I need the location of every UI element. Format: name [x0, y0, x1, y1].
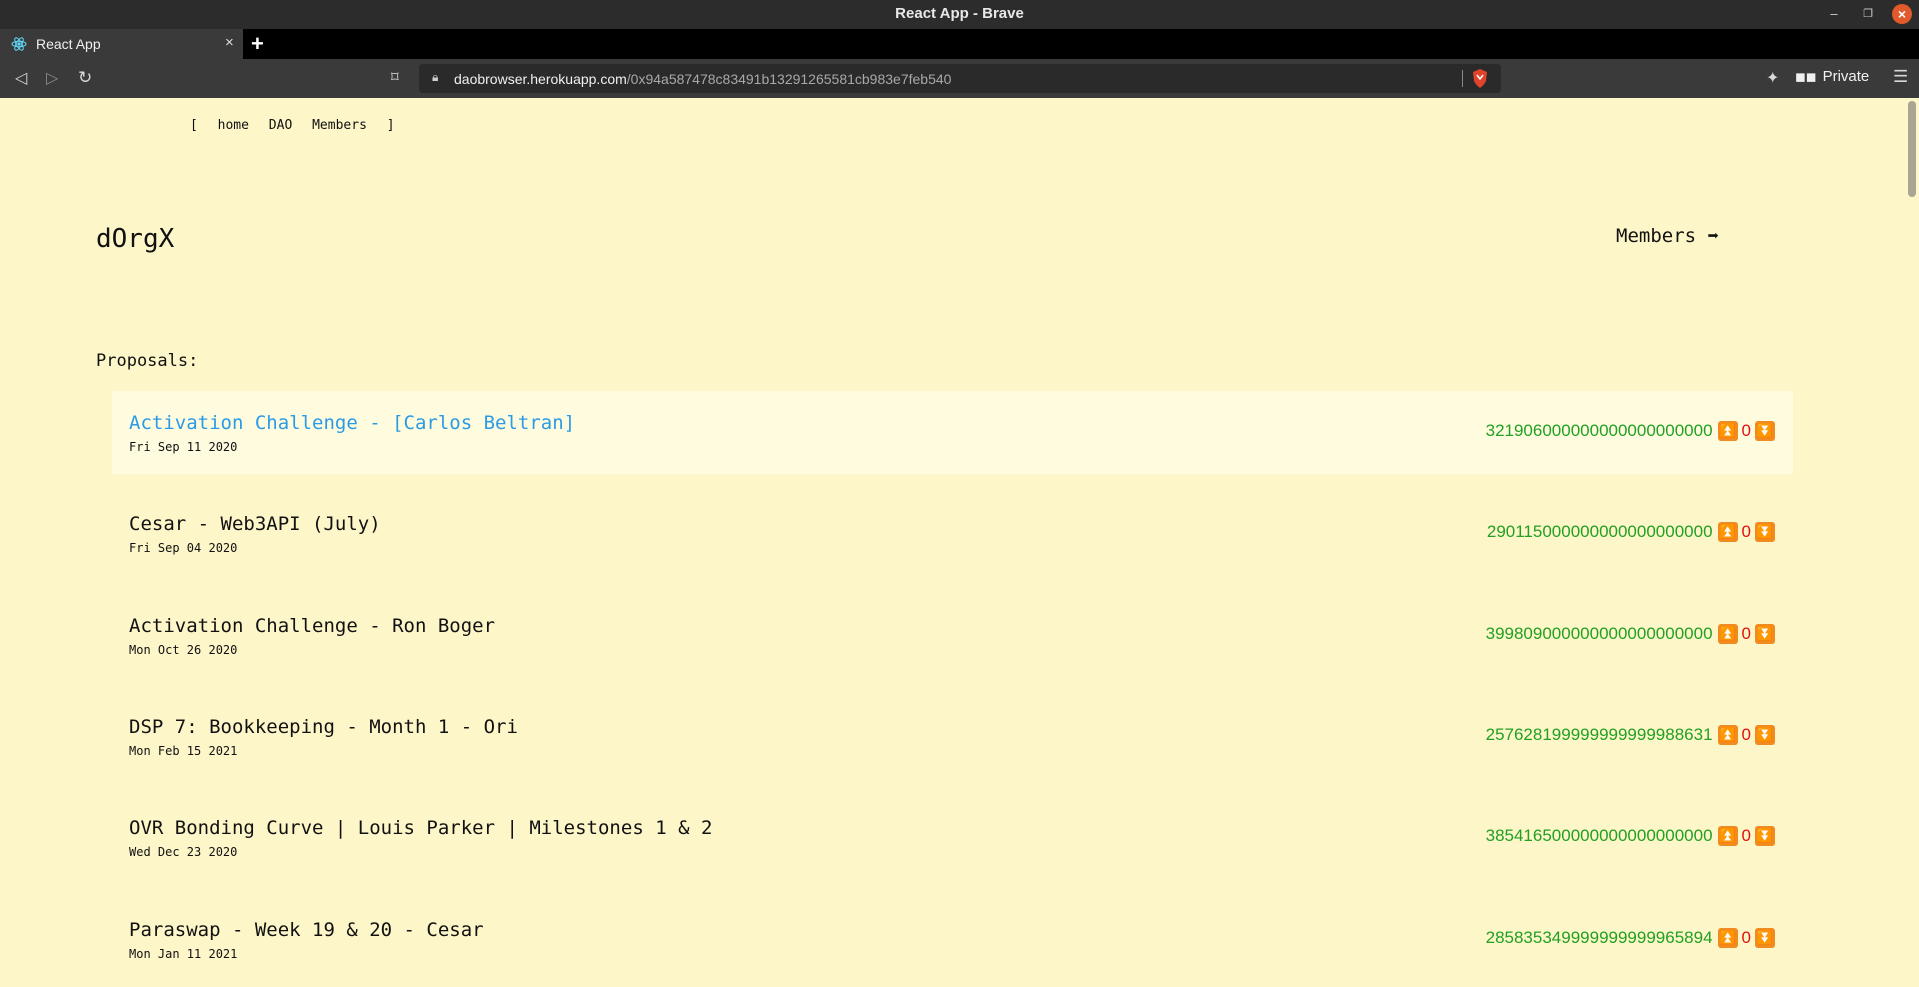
proposal-title[interactable]: Paraswap - Week 19 & 20 - Cesar [129, 919, 484, 941]
up-arrow-icon[interactable]: ⏫ [1717, 928, 1738, 948]
proposal-votes: 257628199999999999988631 ⏫ 0 ⏬ [1486, 725, 1775, 745]
down-arrow-icon[interactable]: ⏬ [1755, 522, 1775, 542]
page-scrollbar[interactable] [1904, 98, 1919, 987]
proposal-title[interactable]: OVR Bonding Curve | Louis Parker | Miles… [129, 817, 712, 839]
hamburger-menu-icon[interactable]: ☰ [1893, 67, 1908, 87]
up-arrow-icon[interactable]: ⏫ [1717, 522, 1738, 542]
vote-count: 0 [1741, 725, 1751, 744]
proposal-date: Mon Jan 11 2021 [129, 947, 238, 961]
up-arrow-icon[interactable]: ⏫ [1717, 826, 1738, 846]
proposal-date: Fri Sep 11 2020 [129, 440, 238, 454]
proposal-amount: 285835349999999999965894 [1485, 928, 1713, 947]
close-tab-icon[interactable]: × [225, 34, 234, 51]
proposal-amount: 321906000000000000000000 [1485, 421, 1713, 440]
down-arrow-icon[interactable]: ⏬ [1755, 928, 1775, 948]
react-logo-icon [11, 37, 27, 51]
browser-toolbar: ◁ ▷ ↻ ⌑ 🔒︎ daobrowser.herokuapp.com/0x94… [0, 59, 1919, 98]
url-text[interactable]: daobrowser.herokuapp.com/0x94a587478c834… [454, 71, 951, 87]
proposal-votes: 399809000000000000000000 ⏫ 0 ⏬ [1486, 624, 1775, 644]
url-path: /0x94a587478c83491b13291265581cb983e7feb… [626, 71, 952, 87]
proposal-title[interactable]: Activation Challenge - Ron Boger [129, 615, 495, 637]
extensions-icon[interactable]: ✦ [1766, 68, 1779, 88]
proposal-title[interactable]: Activation Challenge - [Carlos Beltran] [129, 412, 575, 434]
proposal-votes: 290115000000000000000000 ⏫ 0 ⏬ [1487, 522, 1775, 542]
down-arrow-icon[interactable]: ⏬ [1755, 624, 1775, 644]
back-icon[interactable]: ◁ [15, 68, 27, 88]
scrollbar-thumb[interactable] [1908, 101, 1916, 197]
reload-icon[interactable]: ↻ [78, 68, 92, 88]
private-window-indicator[interactable]: ◼◼ Private [1795, 68, 1869, 85]
window-titlebar: React App - Brave – ❐ × [0, 0, 1919, 29]
vote-count: 0 [1741, 826, 1751, 845]
proposal-date: Mon Oct 26 2020 [129, 643, 238, 657]
down-arrow-icon[interactable]: ⏬ [1755, 421, 1775, 441]
down-arrow-icon[interactable]: ⏬ [1755, 826, 1775, 846]
forward-icon[interactable]: ▷ [46, 68, 58, 88]
vote-count: 0 [1741, 928, 1751, 947]
vote-count: 0 [1741, 522, 1751, 541]
vote-count: 0 [1741, 624, 1751, 643]
nav-open-bracket: [ [190, 118, 198, 133]
members-link[interactable]: Members ➡ [1616, 225, 1719, 247]
lock-icon[interactable]: 🔒︎ [432, 70, 438, 85]
nav-close-bracket: ] [386, 118, 395, 133]
down-arrow-icon[interactable]: ⏬ [1755, 725, 1775, 745]
proposal-amount: 290115000000000000000000 [1486, 522, 1713, 541]
proposal-row[interactable]: OVR Bonding Curve | Louis Parker | Miles… [112, 796, 1793, 879]
bookmark-icon[interactable]: ⌑ [391, 68, 399, 86]
proposal-date: Wed Dec 23 2020 [129, 845, 238, 859]
window-title: React App - Brave [895, 5, 1024, 22]
address-divider [1462, 70, 1463, 87]
proposal-amount: 257628199999999999988631 [1485, 725, 1713, 744]
maximize-icon[interactable]: ❐ [1858, 4, 1878, 24]
proposal-title[interactable]: Cesar - Web3API (July) [129, 513, 381, 535]
url-host: daobrowser.herokuapp.com [454, 71, 627, 87]
proposal-row[interactable]: DSP 7: Bookkeeping - Month 1 - Ori Mon F… [112, 695, 1793, 778]
nav-dao-link[interactable]: DAO [269, 118, 292, 133]
proposal-votes: 385416500000000000000000 ⏫ 0 ⏬ [1486, 826, 1775, 846]
minimize-icon[interactable]: – [1824, 4, 1844, 24]
up-arrow-icon[interactable]: ⏫ [1717, 624, 1738, 644]
proposal-row[interactable]: Activation Challenge - Ron Boger Mon Oct… [112, 594, 1793, 677]
brave-shield-icon[interactable] [1472, 69, 1488, 88]
top-navigation: [ home DAO Members ] [190, 118, 407, 133]
private-glasses-icon: ◼◼ [1795, 69, 1817, 84]
vote-count: 0 [1741, 421, 1751, 440]
proposal-votes: 285835349999999999965894 ⏫ 0 ⏬ [1486, 928, 1775, 948]
close-window-icon[interactable]: × [1892, 4, 1912, 24]
new-tab-icon[interactable]: + [251, 31, 264, 57]
private-label: Private [1822, 68, 1870, 85]
tab-label: React App [36, 36, 101, 52]
up-arrow-icon[interactable]: ⏫ [1717, 725, 1738, 745]
proposal-row[interactable]: Cesar - Web3API (July) Fri Sep 04 2020 2… [112, 492, 1793, 575]
dao-title: dOrgX [96, 224, 175, 254]
tab-react-app[interactable]: React App × [0, 29, 243, 59]
tab-strip: React App × + [0, 29, 1919, 59]
proposal-row[interactable]: Activation Challenge - [Carlos Beltran] … [112, 391, 1793, 474]
proposal-votes: 321906000000000000000000 ⏫ 0 ⏬ [1486, 421, 1775, 441]
proposal-amount: 385416500000000000000000 [1485, 826, 1713, 845]
proposal-title[interactable]: DSP 7: Bookkeeping - Month 1 - Ori [129, 716, 518, 738]
proposals-heading: Proposals: [96, 351, 199, 371]
proposal-amount: 399809000000000000000000 [1485, 624, 1713, 643]
proposal-date: Mon Feb 15 2021 [129, 744, 238, 758]
up-arrow-icon[interactable]: ⏫ [1717, 421, 1738, 441]
page-content: [ home DAO Members ] dOrgX Members ➡ Pro… [0, 98, 1904, 987]
proposal-date: Fri Sep 04 2020 [129, 541, 238, 555]
address-bar[interactable]: 🔒︎ daobrowser.herokuapp.com/0x94a587478c… [419, 64, 1501, 93]
nav-members-link[interactable]: Members [312, 118, 367, 133]
nav-home-link[interactable]: home [218, 118, 249, 133]
proposal-row[interactable]: Paraswap - Week 19 & 20 - Cesar Mon Jan … [112, 898, 1793, 981]
